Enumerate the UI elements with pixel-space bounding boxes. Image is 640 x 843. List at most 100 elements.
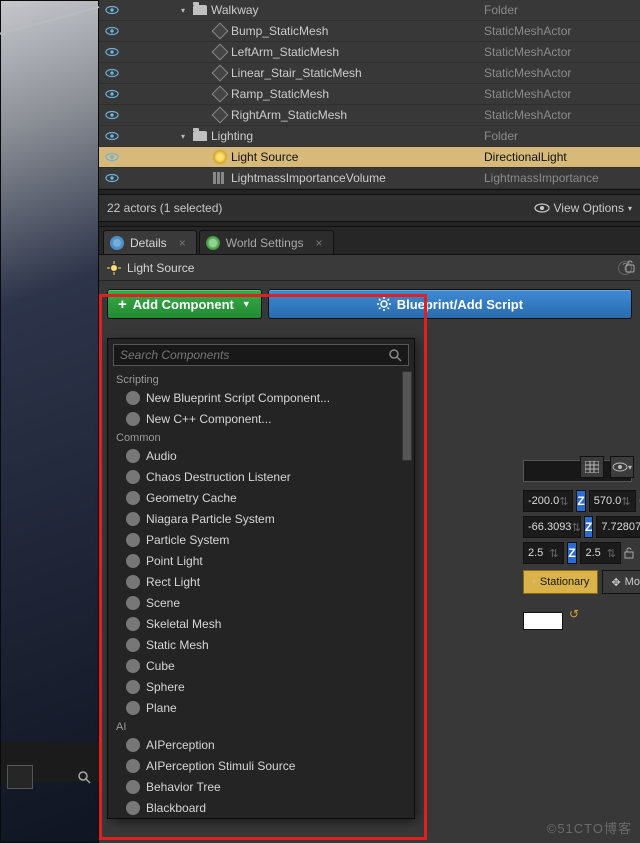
- outliner-item-type: StaticMeshActor: [480, 45, 640, 59]
- close-icon[interactable]: ×: [316, 236, 323, 250]
- static-mesh-icon: [212, 23, 228, 39]
- expand-arrow-icon[interactable]: ▾: [181, 6, 191, 15]
- transform-row: -66.3093⇅Z7.728075⇅↺: [517, 514, 640, 540]
- component-category-label: AI: [108, 718, 414, 734]
- outliner-row[interactable]: Light SourceDirectionalLight: [99, 147, 640, 168]
- static-mesh-icon: [212, 86, 228, 102]
- component-menu-item[interactable]: Blackboard: [108, 797, 414, 818]
- transform-value-field[interactable]: -200.0⇅: [523, 490, 573, 512]
- component-menu-item[interactable]: Cube: [108, 655, 414, 676]
- outliner-row[interactable]: ▾LightingFolder: [99, 126, 640, 147]
- outliner-row[interactable]: RightArm_StaticMeshStaticMeshActor: [99, 105, 640, 126]
- mobility-stationary-button[interactable]: ◦ Stationary: [523, 570, 598, 594]
- search-icon[interactable]: [76, 769, 92, 785]
- visibility-eye-icon[interactable]: [105, 173, 123, 183]
- component-item-icon: [126, 391, 140, 405]
- visibility-eye-icon[interactable]: [105, 26, 123, 36]
- visibility-eye-icon[interactable]: [105, 89, 123, 99]
- component-menu-item[interactable]: New C++ Component...: [108, 408, 414, 429]
- outliner-row[interactable]: LeftArm_StaticMeshStaticMeshActor: [99, 42, 640, 63]
- component-item-label: Point Light: [146, 554, 203, 568]
- outliner-item-type: StaticMeshActor: [480, 87, 640, 101]
- tab-world-settings[interactable]: World Settings ×: [199, 230, 334, 254]
- component-menu-item[interactable]: Chaos Destruction Listener: [108, 466, 414, 487]
- transform-value-field[interactable]: 7.728075⇅: [596, 516, 640, 538]
- static-mesh-icon: [212, 107, 228, 123]
- outliner-row[interactable]: ▾WalkwayFolder: [99, 0, 640, 21]
- component-menu-item[interactable]: New Blueprint Script Component...: [108, 387, 414, 408]
- visibility-eye-icon[interactable]: [105, 152, 123, 162]
- component-item-icon: [126, 412, 140, 426]
- component-menu-item[interactable]: Niagara Particle System: [108, 508, 414, 529]
- component-search-input[interactable]: [114, 348, 388, 362]
- visibility-eye-icon[interactable]: [105, 131, 123, 141]
- property-matrix-button[interactable]: [580, 456, 604, 478]
- outliner-row[interactable]: Bump_StaticMeshStaticMeshActor: [99, 21, 640, 42]
- component-menu-item[interactable]: Skeletal Mesh: [108, 613, 414, 634]
- component-menu-item[interactable]: Behavior Tree: [108, 776, 414, 797]
- scrollbar-thumb[interactable]: [402, 371, 412, 461]
- outliner-row[interactable]: LightmassImportanceVolumeLightmassImport…: [99, 168, 640, 189]
- magnifier-icon: [110, 236, 124, 250]
- detail-tabs: Details × World Settings ×: [99, 227, 640, 255]
- transform-value-field[interactable]: 2.5⇅: [523, 542, 564, 564]
- component-menu-item[interactable]: Audio: [108, 445, 414, 466]
- component-item-icon: [126, 680, 140, 694]
- outliner-row[interactable]: Ramp_StaticMeshStaticMeshActor: [99, 84, 640, 105]
- viewport-3d[interactable]: [0, 0, 99, 843]
- outliner-item-type: DirectionalLight: [480, 150, 640, 164]
- light-color-swatch[interactable]: [523, 612, 563, 630]
- eye-dropdown-button[interactable]: ▾: [610, 456, 634, 478]
- component-menu-item[interactable]: AIPerception Stimuli Source: [108, 755, 414, 776]
- actor-name-row: Light Source ?: [99, 255, 640, 281]
- component-menu-item[interactable]: Plane: [108, 697, 414, 718]
- axis-z-label: Z: [567, 542, 578, 564]
- visibility-eye-icon[interactable]: [105, 110, 123, 120]
- component-item-icon: [126, 638, 140, 652]
- component-menu-item[interactable]: Static Mesh: [108, 634, 414, 655]
- component-menu-item[interactable]: Particle System: [108, 529, 414, 550]
- visibility-eye-icon[interactable]: [105, 47, 123, 57]
- component-menu-item[interactable]: Rect Light: [108, 571, 414, 592]
- component-menu-item[interactable]: Sphere: [108, 676, 414, 697]
- transform-value-field[interactable]: 2.5⇅: [580, 542, 621, 564]
- component-item-label: Skeletal Mesh: [146, 617, 221, 631]
- close-icon[interactable]: ×: [179, 236, 186, 250]
- component-menu-item[interactable]: Point Light: [108, 550, 414, 571]
- lock-icon[interactable]: [624, 547, 634, 559]
- component-item-label: Geometry Cache: [146, 491, 237, 505]
- reset-icon[interactable]: ↺: [569, 607, 579, 621]
- outliner-item-label: Linear_Stair_StaticMesh: [231, 66, 480, 80]
- transform-value-field[interactable]: -66.3093⇅: [523, 516, 581, 538]
- view-options-button[interactable]: View Options ▾: [534, 201, 633, 215]
- mobility-movable-button[interactable]: ✥ Movable: [602, 570, 640, 594]
- outliner-item-label: Bump_StaticMesh: [231, 24, 480, 38]
- search-icon: [388, 348, 408, 362]
- component-item-icon: [126, 801, 140, 815]
- component-item-label: Static Mesh: [146, 638, 209, 652]
- gear-icon: [377, 297, 391, 311]
- axis-z-label: Z: [584, 516, 593, 538]
- transform-value-field[interactable]: 570.0⇅: [589, 490, 636, 512]
- viewport-mode-button[interactable]: [7, 765, 33, 789]
- component-item-icon: [126, 470, 140, 484]
- visibility-eye-icon[interactable]: [105, 68, 123, 78]
- component-item-icon: [126, 512, 140, 526]
- component-menu-item[interactable]: Geometry Cache: [108, 487, 414, 508]
- actor-name-label: Light Source: [127, 261, 194, 275]
- add-component-button[interactable]: + Add Component ▼: [107, 289, 262, 319]
- component-item-label: Rect Light: [146, 575, 200, 589]
- component-item-icon: [126, 554, 140, 568]
- component-item-icon: [126, 780, 140, 794]
- tab-details[interactable]: Details ×: [103, 230, 197, 254]
- lock-icon[interactable]: [624, 259, 636, 273]
- component-menu-item[interactable]: Scene: [108, 592, 414, 613]
- component-menu-item[interactable]: AIPerception: [108, 734, 414, 755]
- visibility-eye-icon[interactable]: [105, 5, 123, 15]
- component-search-field[interactable]: [113, 344, 409, 366]
- chevron-down-icon: ▾: [628, 204, 632, 213]
- component-category-label: Common: [108, 429, 414, 445]
- expand-arrow-icon[interactable]: ▾: [181, 132, 191, 141]
- outliner-row[interactable]: Linear_Stair_StaticMeshStaticMeshActor: [99, 63, 640, 84]
- chevron-down-icon: ▼: [242, 299, 251, 309]
